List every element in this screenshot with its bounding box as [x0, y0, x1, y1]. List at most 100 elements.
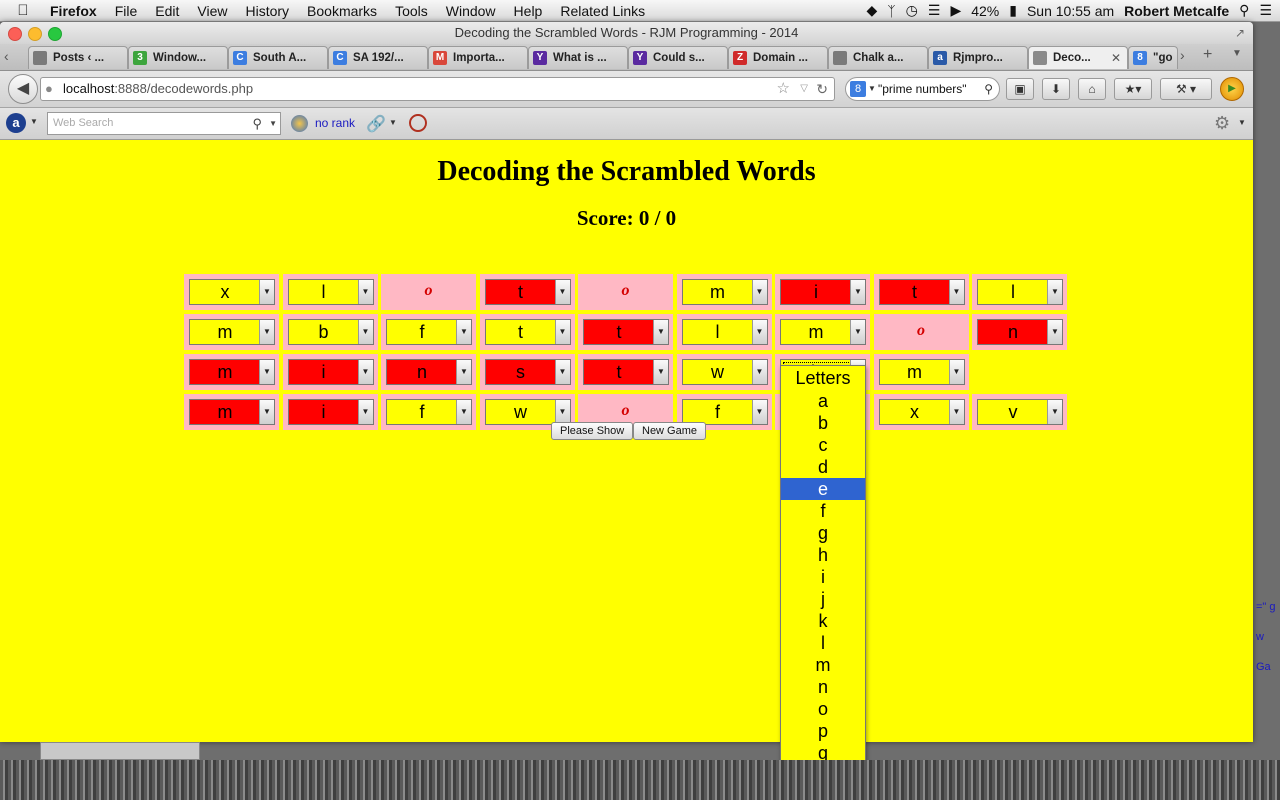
chevron-down-icon[interactable]: ▼ — [456, 400, 471, 424]
grid-cell[interactable]: l ▼ — [675, 313, 773, 351]
letter-select[interactable]: f ▼ — [386, 399, 472, 425]
letter-select[interactable]: i ▼ — [287, 399, 374, 425]
grid-cell[interactable]: n ▼ — [380, 353, 477, 391]
search-icon[interactable]: ⚲ — [984, 78, 993, 100]
chevron-down-icon[interactable]: ▼ — [259, 280, 274, 304]
url-bar[interactable]: ● localhost:8888/decodewords.php ☆ ▽ ↻ — [40, 77, 835, 101]
gear-icon[interactable]: ⚙ — [1214, 113, 1230, 134]
tab[interactable]: C SA 192/... — [328, 46, 428, 69]
dropdown-option[interactable]: h — [781, 544, 865, 566]
chevron-down-icon[interactable]: ▼ — [1047, 400, 1062, 424]
letter-select[interactable]: w ▼ — [681, 359, 768, 385]
time-machine-icon[interactable]: ◷ — [906, 2, 918, 19]
chevron-down-icon[interactable]: ▼ — [357, 400, 373, 424]
tab[interactable]: Z Domain ... — [728, 46, 828, 69]
volume-icon[interactable]: ▶ — [950, 2, 961, 19]
grid-cell[interactable]: m ▼ — [675, 273, 773, 311]
grid-cell[interactable]: l ▼ — [281, 273, 379, 311]
chevron-down-icon[interactable]: ▼ — [751, 320, 767, 344]
chevron-down-icon[interactable]: ▼ — [1047, 280, 1062, 304]
letter-select[interactable]: t ▼ — [583, 319, 669, 345]
menu-help[interactable]: Help — [505, 3, 552, 19]
letter-select[interactable]: x ▼ — [878, 399, 965, 425]
grid-cell[interactable]: m ▼ — [183, 313, 280, 351]
grid-cell[interactable]: s ▼ — [478, 353, 576, 391]
search-input[interactable]: 8 ▼ "prime numbers" ⚲ — [845, 77, 1000, 101]
letters-dropdown-list[interactable]: Letters abcdefghijklmnopq — [780, 365, 866, 762]
grid-cell[interactable]: t ▼ — [478, 313, 576, 351]
user-name[interactable]: Robert Metcalfe — [1124, 3, 1229, 19]
menu-window[interactable]: Window — [437, 3, 505, 19]
chevron-down-icon[interactable]: ▼ — [554, 320, 570, 344]
chevron-down-icon[interactable]: ▼ — [653, 320, 668, 344]
web-search-dropdown-icon[interactable]: ▼ — [269, 113, 277, 134]
rank-globe-icon[interactable] — [291, 115, 308, 132]
firefox-menu-icon[interactable]: ▶ — [1220, 77, 1244, 101]
letter-select[interactable]: t ▼ — [484, 279, 571, 305]
grid-cell[interactable]: v ▼ — [971, 393, 1068, 431]
new-tab-icon[interactable]: + — [1203, 46, 1212, 64]
letter-select[interactable]: t ▼ — [583, 359, 669, 385]
spotlight-icon[interactable]: ⚲ — [1239, 2, 1249, 19]
letter-select[interactable]: m ▼ — [189, 319, 275, 345]
letter-select[interactable]: f ▼ — [386, 319, 472, 345]
home-button[interactable]: ⌂ — [1078, 78, 1106, 100]
chevron-down-icon[interactable]: ▼ — [948, 400, 964, 424]
letter-select[interactable]: l ▼ — [977, 279, 1063, 305]
letter-select[interactable]: n ▼ — [386, 359, 472, 385]
bookmark-star-icon[interactable]: ☆ — [777, 78, 790, 100]
link-dropdown-icon[interactable]: ▼ — [389, 118, 397, 127]
chevron-down-icon[interactable]: ▼ — [259, 360, 274, 384]
bluetooth-icon[interactable]: ᛉ — [887, 3, 895, 19]
chevron-down-icon[interactable]: ▼ — [948, 280, 964, 304]
letter-select[interactable]: t ▼ — [484, 319, 571, 345]
screenshot-button[interactable]: ▣ — [1006, 78, 1034, 100]
clock[interactable]: Sun 10:55 am — [1027, 3, 1114, 19]
tab[interactable]: 8 "go — [1128, 46, 1178, 69]
grid-cell[interactable]: m ▼ — [774, 313, 871, 351]
grid-cell[interactable]: m ▼ — [183, 353, 280, 391]
dropdown-option[interactable]: j — [781, 588, 865, 610]
chevron-down-icon[interactable]: ▼ — [751, 360, 767, 384]
tab[interactable]: 3 Window... — [128, 46, 228, 69]
letter-select[interactable]: x ▼ — [189, 279, 275, 305]
chevron-down-icon[interactable]: ▼ — [554, 400, 570, 424]
engine-dropdown-icon[interactable]: ▼ — [868, 78, 876, 100]
alexa-icon[interactable]: a — [6, 113, 26, 133]
grid-cell[interactable]: t ▼ — [577, 353, 674, 391]
dropdown-option[interactable]: p — [781, 720, 865, 742]
letter-select[interactable]: v ▼ — [977, 399, 1063, 425]
link-icon[interactable]: 🔗 — [366, 114, 386, 134]
chevron-down-icon[interactable]: ▼ — [554, 280, 570, 304]
letter-select[interactable]: t ▼ — [878, 279, 965, 305]
dropdown-option[interactable]: l — [781, 632, 865, 654]
new-game-button[interactable]: New Game — [633, 422, 707, 440]
menu-file[interactable]: File — [106, 3, 147, 19]
chevron-down-icon[interactable]: ▼ — [554, 360, 570, 384]
letter-select[interactable]: i ▼ — [287, 359, 374, 385]
history-dropdown-icon[interactable]: ▽ — [800, 78, 808, 100]
tab[interactable]: Deco... ✕ — [1028, 46, 1128, 69]
grid-cell[interactable]: m ▼ — [872, 353, 970, 391]
tab-scroll-right-icon[interactable]: › — [1180, 47, 1185, 63]
menu-history[interactable]: History — [236, 3, 298, 19]
grid-cell[interactable]: m ▼ — [183, 393, 280, 431]
letter-select[interactable]: m ▼ — [189, 399, 275, 425]
please-show-button[interactable]: Please Show — [551, 422, 634, 440]
wifi-icon[interactable]: ☰ — [928, 2, 941, 19]
chevron-down-icon[interactable]: ▼ — [850, 280, 865, 304]
apple-icon[interactable]:  — [0, 2, 46, 19]
dropdown-option[interactable]: f — [781, 500, 865, 522]
grid-cell[interactable]: i ▼ — [774, 273, 871, 311]
minimize-window-icon[interactable] — [28, 27, 42, 41]
letter-select[interactable]: m ▼ — [189, 359, 275, 385]
chevron-down-icon[interactable]: ▼ — [751, 280, 767, 304]
letter-select[interactable]: m ▼ — [780, 319, 866, 345]
dropdown-option[interactable]: o — [781, 698, 865, 720]
menu-app-firefox[interactable]: Firefox — [46, 3, 106, 19]
grid-cell[interactable]: i ▼ — [281, 353, 379, 391]
fullscreen-icon[interactable]: ↗ — [1235, 22, 1245, 44]
close-tab-icon[interactable]: ✕ — [1111, 51, 1121, 65]
tab[interactable]: a Rjmpro... — [928, 46, 1028, 69]
tab-list-icon[interactable]: ▼ — [1232, 48, 1242, 59]
